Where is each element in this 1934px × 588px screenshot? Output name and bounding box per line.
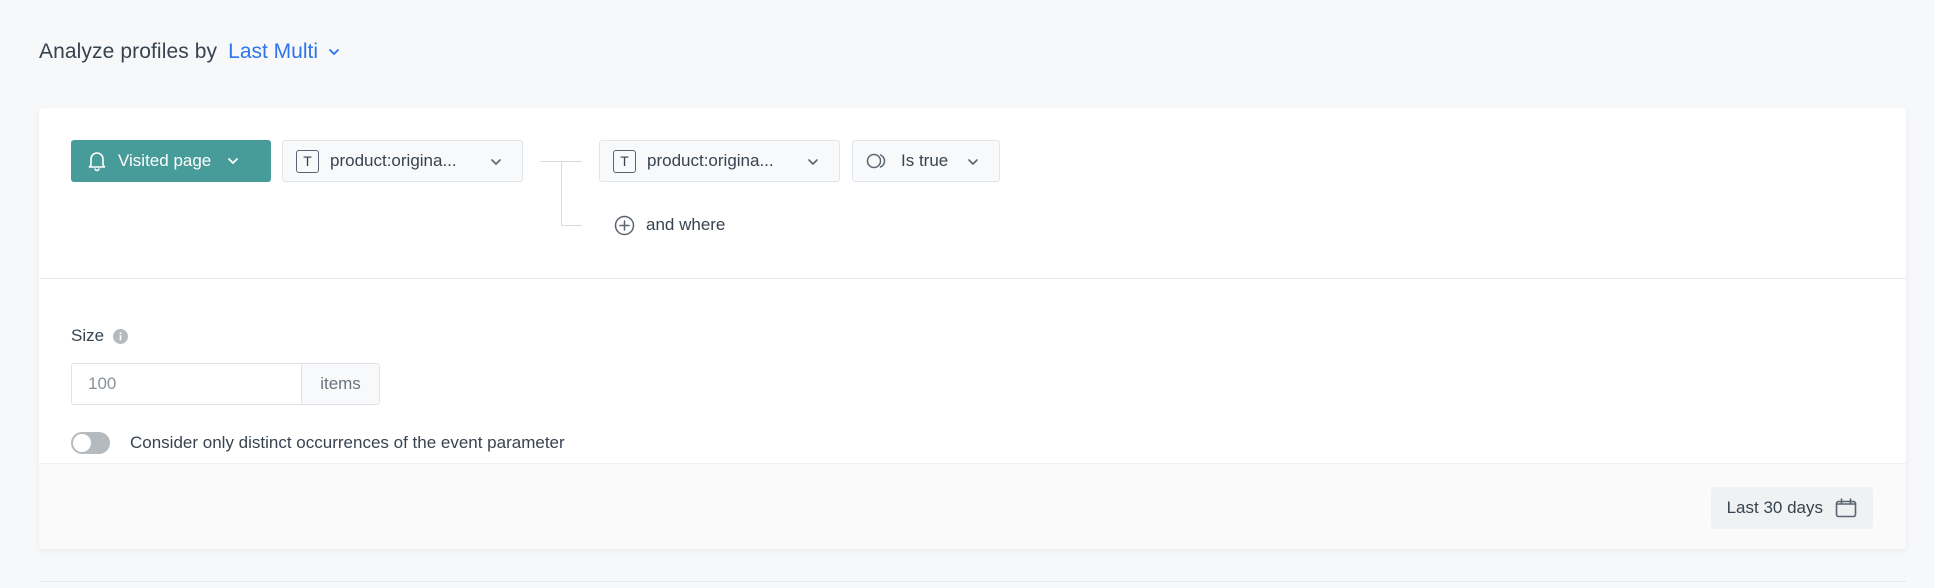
- distinct-occurrences-toggle[interactable]: [71, 432, 110, 454]
- add-condition-label: and where: [646, 215, 726, 234]
- chevron-down-icon: [228, 158, 239, 164]
- page-header: Analyze profiles by Last Multi: [39, 36, 340, 68]
- event-label: Visited page: [118, 151, 212, 170]
- chevron-down-icon: [491, 159, 501, 165]
- toggle-knob: [73, 434, 91, 452]
- boolean-toggle-icon: [866, 153, 886, 169]
- tree-connector: [561, 225, 582, 226]
- analyze-by-value: Last Multi: [228, 40, 319, 63]
- size-input[interactable]: [72, 364, 301, 404]
- text-type-icon: T: [613, 149, 636, 173]
- chevron-down-icon: [968, 159, 978, 165]
- size-input-group: items: [71, 363, 380, 405]
- date-range-label: Last 30 days: [1726, 498, 1823, 517]
- operator-label: Is true: [901, 151, 949, 170]
- plus-circle-icon: [614, 215, 635, 235]
- add-condition-button[interactable]: and where: [614, 212, 725, 238]
- operator-select[interactable]: Is true: [852, 140, 1000, 182]
- bell-icon: [88, 152, 106, 172]
- card-footer: Last 30 days: [39, 463, 1906, 549]
- tree-connector: [561, 161, 562, 225]
- date-range-button[interactable]: Last 30 days: [1710, 487, 1873, 529]
- event-select-button[interactable]: Visited page: [71, 140, 271, 182]
- event-filter-section: Visited page T product:origina... T prod…: [39, 108, 1906, 279]
- distinct-toggle-row: Consider only distinct occurrences of th…: [71, 432, 565, 454]
- size-label-row: Size: [71, 326, 129, 346]
- chevron-down-icon: [329, 49, 339, 55]
- distinct-toggle-label: Consider only distinct occurrences of th…: [130, 433, 565, 452]
- chevron-down-icon: [808, 159, 818, 165]
- info-icon[interactable]: [113, 328, 129, 344]
- condition-parameter-select[interactable]: T product:origina...: [599, 140, 840, 182]
- event-parameter-select[interactable]: T product:origina...: [282, 140, 523, 182]
- calendar-icon: [1835, 498, 1857, 518]
- parameter-label: product:origina...: [647, 151, 774, 170]
- page-title: Analyze profiles by: [39, 40, 218, 63]
- parameter-label: product:origina...: [330, 151, 457, 170]
- section-divider: [39, 581, 1906, 582]
- text-type-icon: T: [296, 149, 319, 173]
- size-section: Size items Consider only distinct occurr…: [39, 279, 1906, 463]
- size-suffix: items: [301, 364, 379, 404]
- size-label: Size: [71, 326, 105, 345]
- analysis-card: Visited page T product:origina... T prod…: [39, 108, 1906, 549]
- analyze-by-dropdown[interactable]: Last Multi: [228, 40, 340, 64]
